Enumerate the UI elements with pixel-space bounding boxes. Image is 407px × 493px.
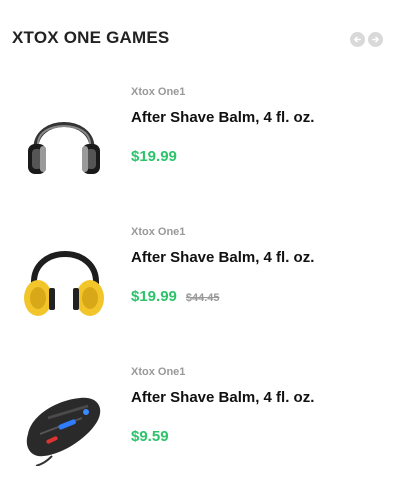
product-info: Xtox One1 After Shave Balm, 4 fl. oz. $9… [131,364,391,445]
section-header: XTOX ONE GAMES [12,28,395,52]
arrow-left-icon [354,36,361,43]
prev-button[interactable] [350,32,365,47]
product-price: $19.99 [131,148,177,165]
product-brand[interactable]: Xtox One1 [131,226,391,238]
next-button[interactable] [368,32,383,47]
product-image[interactable] [18,94,110,186]
product-price: $9.59 [131,428,169,445]
headphones-icon [28,122,100,174]
product-image[interactable] [18,234,110,326]
yellow-earmuffs-icon [24,251,104,316]
product-prices: $19.99 $44.45 [131,288,391,305]
product-card[interactable]: Xtox One1 After Shave Balm, 4 fl. oz. $9… [0,364,407,474]
product-prices: $19.99 [131,148,391,165]
gaming-mouse-icon [26,397,101,467]
product-name[interactable]: After Shave Balm, 4 fl. oz. [131,109,391,126]
product-brand[interactable]: Xtox One1 [131,86,391,98]
product-prices: $9.59 [131,428,391,445]
product-brand[interactable]: Xtox One1 [131,366,391,378]
product-card[interactable]: Xtox One1 After Shave Balm, 4 fl. oz. $1… [0,224,407,334]
product-info: Xtox One1 After Shave Balm, 4 fl. oz. $1… [131,84,391,165]
product-image[interactable] [18,374,110,467]
section-title: XTOX ONE GAMES [12,28,170,47]
product-old-price: $44.45 [185,292,220,304]
carousel-nav [350,32,383,47]
product-price: $19.99 [131,288,177,305]
arrow-right-icon [372,36,379,43]
product-name[interactable]: After Shave Balm, 4 fl. oz. [131,249,391,266]
product-name[interactable]: After Shave Balm, 4 fl. oz. [131,389,391,406]
product-info: Xtox One1 After Shave Balm, 4 fl. oz. $1… [131,224,391,305]
product-card[interactable]: Xtox One1 After Shave Balm, 4 fl. oz. $1… [0,84,407,194]
